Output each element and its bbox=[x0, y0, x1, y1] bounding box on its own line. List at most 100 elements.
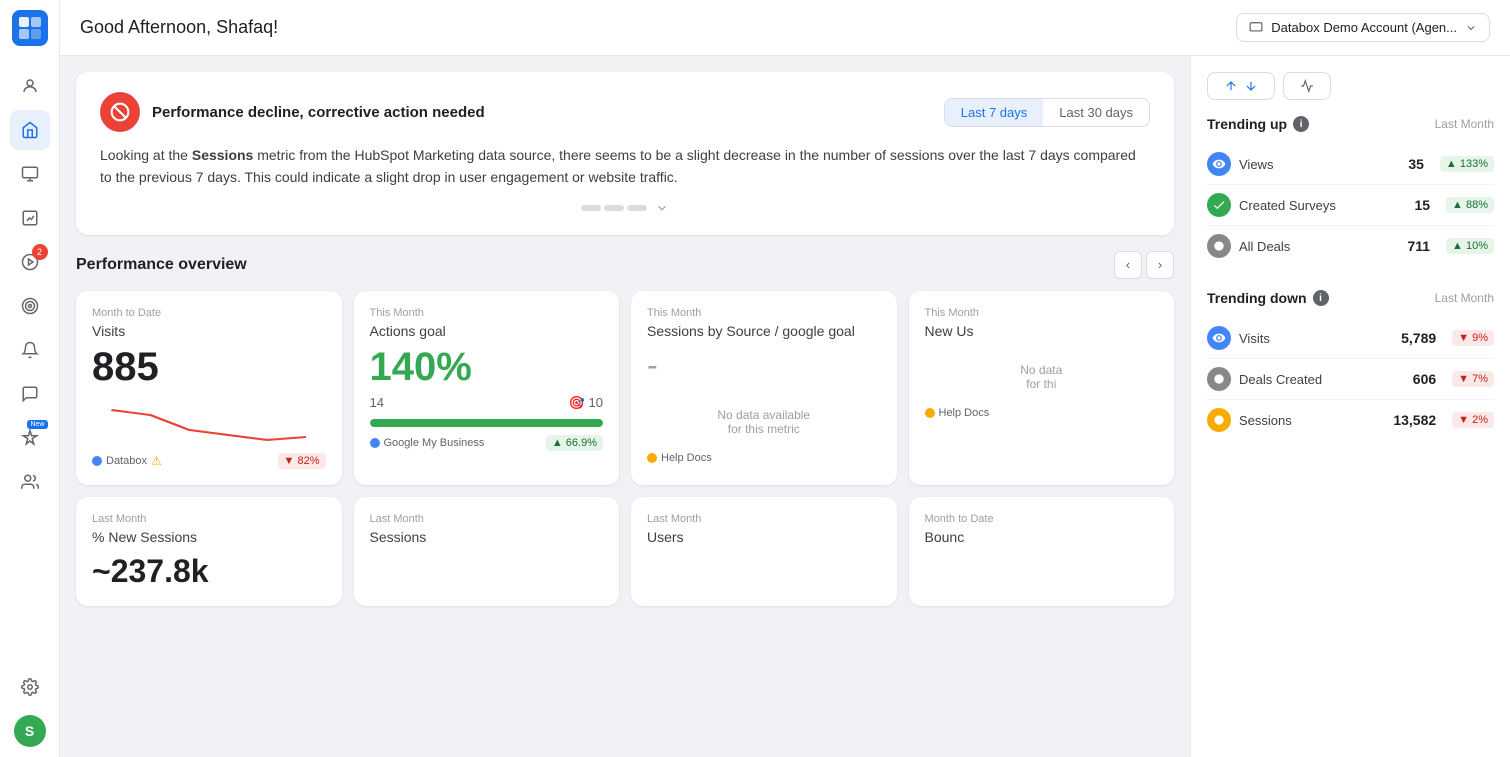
pulse-button[interactable] bbox=[1283, 72, 1331, 100]
metrics-grid-bottom: Last Month % New Sessions ~237.8k Last M… bbox=[76, 497, 1174, 606]
metric-card-new-sessions-pct: Last Month % New Sessions ~237.8k bbox=[76, 497, 342, 606]
trending-value-views: 35 bbox=[1408, 156, 1424, 172]
trending-icon-all-deals bbox=[1207, 234, 1231, 258]
nav-arrows: ‹ › bbox=[1114, 251, 1174, 279]
sidebar-item-goals[interactable] bbox=[10, 286, 50, 326]
sidebar-item-home[interactable] bbox=[10, 110, 50, 150]
sidebar-item-people[interactable] bbox=[10, 66, 50, 106]
trending-name-visits-down: Visits bbox=[1239, 331, 1393, 346]
metric-source-new-users: Help Docs bbox=[925, 407, 990, 419]
sidebar-item-team[interactable] bbox=[10, 462, 50, 502]
metric-source-visits: Databox ⚠ bbox=[92, 454, 162, 468]
trending-name-all-deals: All Deals bbox=[1239, 239, 1399, 254]
metric-footer-sessions-source: Help Docs bbox=[647, 452, 881, 464]
play-badge: 2 bbox=[32, 244, 48, 260]
metric-value-sessions-source: - bbox=[647, 347, 881, 384]
sidebar-item-alerts[interactable] bbox=[10, 330, 50, 370]
alert-expand[interactable] bbox=[100, 201, 1150, 215]
badge-actions: ▲ 66.9% bbox=[546, 435, 603, 451]
sidebar-bottom: S bbox=[10, 667, 50, 747]
metric-name-sessions-last: Sessions bbox=[370, 529, 604, 545]
trending-row-all-deals: All Deals 711 ▲ 10% bbox=[1207, 226, 1494, 266]
sidebar-item-chat[interactable] bbox=[10, 374, 50, 414]
metric-period-actions: This Month bbox=[370, 307, 604, 319]
sidebar-item-ai[interactable]: New bbox=[10, 418, 50, 458]
account-selector[interactable]: Databox Demo Account (Agen... bbox=[1236, 13, 1490, 42]
section-title: Performance overview bbox=[76, 256, 247, 274]
sidebar-item-charts[interactable] bbox=[10, 198, 50, 238]
right-panel: Trending up i Last Month Views 35 ▲ 133% bbox=[1190, 56, 1510, 757]
metric-subrow-actions: 14 🎯 10 bbox=[370, 395, 604, 411]
prev-arrow[interactable]: ‹ bbox=[1114, 251, 1142, 279]
trending-icon-sessions-down bbox=[1207, 408, 1231, 432]
alert-tab-group[interactable]: Last 7 days Last 30 days bbox=[944, 98, 1150, 127]
section-header: Performance overview ‹ › bbox=[76, 251, 1174, 279]
metrics-grid-top: Month to Date Visits 885 Data bbox=[76, 291, 1174, 485]
trending-badge-all-deals: ▲ 10% bbox=[1446, 238, 1494, 254]
trending-value-surveys: 15 bbox=[1414, 197, 1430, 213]
trending-row-views: Views 35 ▲ 133% bbox=[1207, 144, 1494, 185]
trending-value-all-deals: 711 bbox=[1407, 238, 1430, 254]
metric-card-visits: Month to Date Visits 885 Data bbox=[76, 291, 342, 485]
metric-name-sessions-source: Sessions by Source / google goal bbox=[647, 323, 881, 339]
trending-name-views: Views bbox=[1239, 157, 1400, 172]
metric-name-new-users: New Us bbox=[925, 323, 1159, 339]
greeting-text: Good Afternoon, Shafaq! bbox=[80, 17, 278, 38]
metric-value-visits: 885 bbox=[92, 347, 326, 387]
alert-body-suffix: metric from the HubSpot Marketing data s… bbox=[100, 147, 1136, 185]
user-avatar[interactable]: S bbox=[14, 715, 46, 747]
source-name-actions: Google My Business bbox=[384, 437, 485, 449]
metric-name-users: Users bbox=[647, 529, 881, 545]
no-data-sessions-source: No data availablefor this metric bbox=[647, 392, 881, 452]
trending-row-deals-created: Deals Created 606 ▼ 7% bbox=[1207, 359, 1494, 400]
alert-metric: Sessions bbox=[192, 147, 253, 163]
metric-period-sessions-last: Last Month bbox=[370, 513, 604, 525]
trending-icon-deals-created bbox=[1207, 367, 1231, 391]
trending-row-surveys: Created Surveys 15 ▲ 88% bbox=[1207, 185, 1494, 226]
account-name: Databox Demo Account (Agen... bbox=[1271, 20, 1457, 35]
alert-card: Performance decline, corrective action n… bbox=[76, 72, 1174, 235]
sidebar-item-play[interactable]: 2 bbox=[10, 242, 50, 282]
alert-header: Performance decline, corrective action n… bbox=[100, 92, 1150, 132]
metric-name-actions: Actions goal bbox=[370, 323, 604, 339]
alert-title-row: Performance decline, corrective action n… bbox=[100, 92, 485, 132]
trending-name-sessions-down: Sessions bbox=[1239, 413, 1385, 428]
metric-footer-visits: Databox ⚠ ▼ 82% bbox=[92, 453, 326, 469]
trending-badge-views: ▲ 133% bbox=[1440, 156, 1494, 172]
alert-body-prefix: Looking at the bbox=[100, 147, 192, 163]
metric-period-bounce: Month to Date bbox=[925, 513, 1159, 525]
source-name-sessions-source: Help Docs bbox=[661, 452, 712, 464]
trending-badge-surveys: ▲ 88% bbox=[1446, 197, 1494, 213]
trending-button[interactable] bbox=[1207, 72, 1275, 100]
trending-up-info[interactable]: i bbox=[1293, 116, 1309, 132]
app-logo[interactable] bbox=[12, 10, 48, 46]
trending-name-surveys: Created Surveys bbox=[1239, 198, 1406, 213]
trending-down-info[interactable]: i bbox=[1313, 290, 1329, 306]
source-name-new-users: Help Docs bbox=[939, 407, 990, 419]
tab-last-30-days[interactable]: Last 30 days bbox=[1043, 99, 1149, 126]
metric-footer-actions: Google My Business ▲ 66.9% bbox=[370, 435, 604, 451]
metric-name-visits: Visits bbox=[92, 323, 326, 339]
trending-up-section: Trending up i Last Month Views 35 ▲ 133% bbox=[1207, 116, 1494, 266]
next-arrow[interactable]: › bbox=[1146, 251, 1174, 279]
trending-down-period: Last Month bbox=[1435, 291, 1494, 305]
metric-source-sessions-source: Help Docs bbox=[647, 452, 712, 464]
sidebar-item-settings[interactable] bbox=[10, 667, 50, 707]
sidebar-item-metrics[interactable] bbox=[10, 154, 50, 194]
expand-bar[interactable] bbox=[581, 201, 669, 215]
current-val: 14 bbox=[370, 395, 384, 410]
trending-icon-visits-down bbox=[1207, 326, 1231, 350]
metric-card-sessions-source: This Month Sessions by Source / google g… bbox=[631, 291, 897, 485]
alert-body: Looking at the Sessions metric from the … bbox=[100, 144, 1150, 189]
trending-badge-deals-created: ▼ 7% bbox=[1452, 371, 1494, 387]
metric-footer-new-users: Help Docs bbox=[925, 407, 1159, 419]
metric-period-new-users: This Month bbox=[925, 307, 1159, 319]
target-val: 🎯 10 bbox=[569, 395, 603, 411]
trending-badge-visits-down: ▼ 9% bbox=[1452, 330, 1494, 346]
trending-up-period: Last Month bbox=[1435, 117, 1494, 131]
metric-name-bounce: Bounc bbox=[925, 529, 1159, 545]
metric-period-sessions-source: This Month bbox=[647, 307, 881, 319]
progress-fill-actions bbox=[370, 419, 604, 427]
tab-last-7-days[interactable]: Last 7 days bbox=[945, 99, 1044, 126]
metric-value-actions: 140% bbox=[370, 347, 604, 387]
